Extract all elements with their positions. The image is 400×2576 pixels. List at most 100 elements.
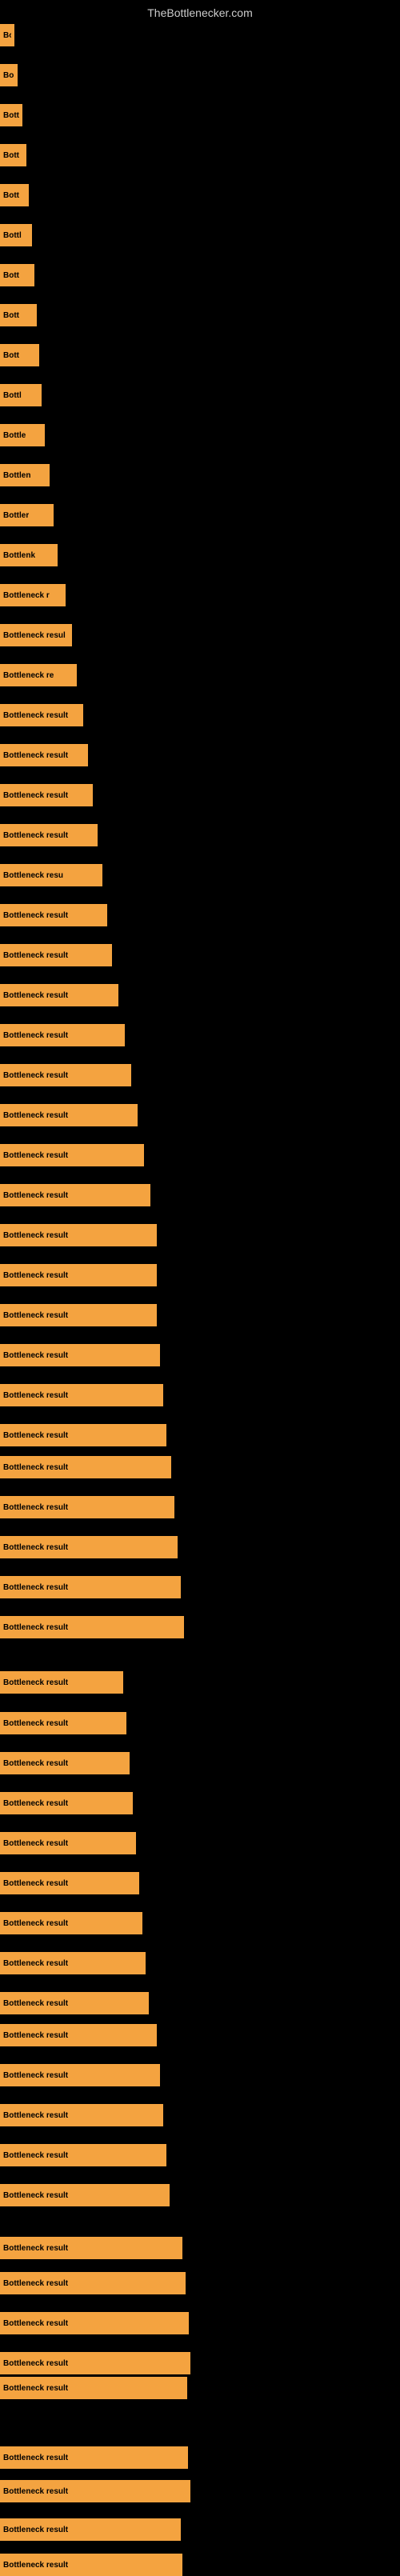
bar-label: Bottleneck result [3,1759,68,1768]
bar-item: Bo [0,64,18,86]
bar-item: Bott [0,104,22,126]
bar-item: Bottleneck result [0,1576,181,1598]
bar-label: Bottleneck result [3,1191,68,1200]
bar-label: Bo [3,31,11,40]
bar-item: Bottleneck result [0,704,83,726]
bar-item: Bottleneck result [0,2480,190,2502]
bar-label: Bottlen [3,471,30,480]
bar-label: Bott [3,111,19,120]
bar-label: Bottleneck result [3,2561,68,2570]
bar-label: Bottleneck result [3,2487,68,2496]
bar-label: Bottleneck result [3,2454,68,2462]
bar-item: Bottleneck result [0,1671,123,1694]
bar-label: Bott [3,271,19,280]
bar-label: Bottleneck result [3,1583,68,1592]
bar-label: Bottleneck resu [3,871,63,880]
bar-label: Bottleneck result [3,1311,68,1320]
bar-item: Bottleneck resul [0,624,72,646]
bar-item: Bottleneck result [0,2104,163,2126]
bar-item: Bottleneck result [0,1616,184,1638]
bar-item: Bottleneck resu [0,864,102,886]
bar-item: Bottleneck result [0,784,93,806]
bar-label: Bott [3,311,19,320]
bar-label: Bottler [3,511,29,520]
bar-item: Bottleneck result [0,824,98,846]
bar-item: Bottleneck result [0,1792,133,1814]
bar-item: Bottleneck result [0,1536,178,1558]
bar-item: Bottleneck result [0,2272,186,2294]
bar-label: Bottleneck result [3,991,68,1000]
bar-item: Bottl [0,224,32,246]
bar-label: Bottleneck result [3,1231,68,1240]
bar-item: Bottleneck result [0,1104,138,1126]
bar-item: Bott [0,264,34,286]
bar-label: Bott [3,351,19,360]
bar-label: Bottleneck result [3,2384,68,2393]
site-title: TheBottlenecker.com [0,0,400,22]
bar-label: Bottleneck result [3,791,68,800]
bar-label: Bottleneck result [3,1839,68,1848]
bar-label: Bottleneck result [3,1431,68,1440]
bar-label: Bottleneck r [3,591,50,600]
bar-item: Bottleneck result [0,2377,187,2399]
bar-item: Bottleneck result [0,1496,174,1518]
bar-label: Bottleneck result [3,2244,68,2253]
bar-item: Bottleneck result [0,2518,181,2541]
bar-label: Bottlenk [3,551,35,560]
bar-item: Bo [0,24,14,46]
bar-label: Bottleneck result [3,911,68,920]
bar-label: Bottleneck result [3,1623,68,1632]
bar-label: Bottleneck result [3,2071,68,2080]
bar-item: Bottleneck result [0,2352,190,2374]
bar-label: Bott [3,151,19,160]
bar-label: Bottleneck result [3,1719,68,1728]
bar-label: Bottleneck result [3,1151,68,1160]
bar-label: Bottleneck result [3,2319,68,2328]
bar-label: Bottleneck result [3,1919,68,1928]
bar-item: Bottleneck result [0,1384,163,1406]
bar-item: Bottleneck result [0,2312,189,2334]
bar-item: Bottleneck result [0,1952,146,1974]
bar-item: Bott [0,144,26,166]
bar-item: Bottleneck result [0,2554,182,2576]
bar-item: Bottleneck result [0,1344,160,1366]
bar-label: Bottleneck result [3,1543,68,1552]
bar-label: Bottleneck result [3,2151,68,2160]
bar-label: Bottleneck result [3,1463,68,1472]
bar-item: Bott [0,344,39,366]
bar-item: Bottleneck result [0,1064,131,1086]
bar-item: Bottler [0,504,54,526]
bar-label: Bottl [3,391,22,400]
bar-label: Bottleneck result [3,2111,68,2120]
bar-item: Bottleneck result [0,1304,157,1326]
bar-label: Bottleneck result [3,1391,68,1400]
bar-label: Bottleneck result [3,1351,68,1360]
bar-item: Bott [0,184,29,206]
bar-item: Bottleneck result [0,1264,157,1286]
bar-item: Bottleneck result [0,2184,170,2206]
bar-label: Bottleneck resul [3,631,66,640]
bar-item: Bottleneck result [0,1024,125,1046]
bar-item: Bottleneck result [0,2144,166,2166]
bar-label: Bottleneck result [3,2191,68,2200]
bar-item: Bottleneck result [0,1224,157,1246]
bar-item: Bottleneck r [0,584,66,606]
bar-item: Bottleneck result [0,1184,150,1206]
bar-item: Bottleneck result [0,1752,130,1774]
bar-label: Bottleneck result [3,831,68,840]
bar-label: Bottleneck result [3,1031,68,1040]
bar-label: Bott [3,191,19,200]
bar-label: Bottleneck result [3,1071,68,1080]
bar-item: Bottl [0,384,42,406]
bar-label: Bottl [3,231,22,240]
bar-label: Bottleneck result [3,1879,68,1888]
bar-item: Bottleneck result [0,2064,160,2086]
bar-label: Bottleneck result [3,1678,68,1687]
bar-label: Bottleneck result [3,2526,68,2534]
bar-item: Bottleneck result [0,1912,142,1934]
bar-item: Bottleneck result [0,1832,136,1854]
bar-item: Bottleneck result [0,984,118,1006]
bar-item: Bottle [0,424,45,446]
bar-label: Bottleneck re [3,671,54,680]
bar-item: Bottleneck re [0,664,77,686]
